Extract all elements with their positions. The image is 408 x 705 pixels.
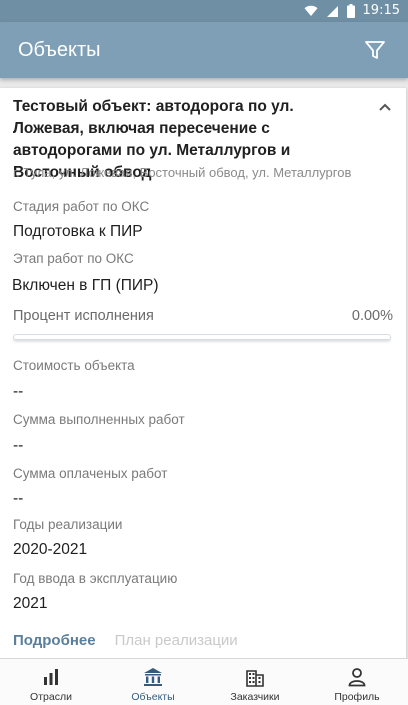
phase-value: Включен в ГП (ПИР) <box>12 277 159 294</box>
status-bar: 19:15 <box>0 0 408 22</box>
nav-label-customers: Заказчики <box>230 691 280 703</box>
stage-value: Подготовка к ПИР <box>13 223 143 240</box>
page-title: Объекты <box>18 39 101 61</box>
paid-label: Сумма оплаченых работ <box>13 466 168 481</box>
plan-link[interactable]: План реализации <box>115 630 238 652</box>
bar-chart-icon <box>44 669 58 685</box>
progress-bar <box>13 334 391 340</box>
progress-value: 0.00% <box>351 308 393 324</box>
signal-icon <box>326 5 338 17</box>
nav-label-profile: Профиль <box>334 691 380 703</box>
wifi-icon <box>304 5 318 17</box>
stage-label: Стадия работ по ОКС <box>13 199 150 214</box>
cost-value: -- <box>13 383 24 400</box>
nav-item-customers[interactable]: Заказчики <box>204 659 306 705</box>
more-link[interactable]: Подробнее <box>13 630 96 652</box>
filter-icon[interactable] <box>364 39 386 61</box>
phase-label: Этап работ по ОКС <box>13 251 134 266</box>
progress-row: Процент исполнения 0.00% <box>13 306 393 326</box>
user-icon <box>348 668 366 687</box>
years-value: 2020-2021 <box>13 541 88 558</box>
bank-building-icon <box>144 668 162 686</box>
progress-label: Процент исполнения <box>13 308 154 324</box>
object-card: Тестовый объект: автодорога по ул. Ложев… <box>0 88 406 658</box>
nav-label-objects: Объекты <box>131 691 175 703</box>
app-bar: Объекты <box>0 22 408 78</box>
cost-label: Стоимость объекта <box>13 358 135 373</box>
object-address: г. Тула, ул. Ложевая, Восточный обвод, у… <box>13 165 352 180</box>
nav-item-industries[interactable]: Отрасли <box>0 659 102 705</box>
battery-icon <box>346 4 355 18</box>
bottom-nav: Отрасли Объекты Заказчики Профиль <box>0 658 408 705</box>
years-label: Годы реализации <box>13 517 123 532</box>
commission-value: 2021 <box>13 595 48 612</box>
done-value: -- <box>13 437 24 454</box>
nav-item-profile[interactable]: Профиль <box>306 659 408 705</box>
nav-item-objects[interactable]: Объекты <box>102 659 204 705</box>
commission-label: Год ввода в эксплуатацию <box>13 571 178 586</box>
office-building-icon <box>246 670 264 687</box>
paid-value: -- <box>13 490 24 507</box>
done-label: Сумма выполненных работ <box>13 412 185 427</box>
chevron-up-icon[interactable] <box>378 102 392 112</box>
card-links: Подробнее План реализации <box>13 630 238 652</box>
nav-label-industries: Отрасли <box>30 691 72 703</box>
clock: 19:15 <box>362 3 400 18</box>
